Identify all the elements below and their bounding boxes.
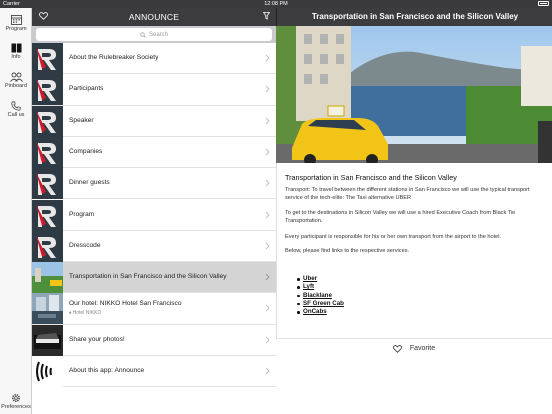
rulebreaker-logo	[32, 136, 63, 168]
tab-pinboard[interactable]: Pinboard	[0, 72, 32, 89]
link-oncabs[interactable]: OnCabs	[297, 308, 344, 316]
tab-preferences[interactable]: Preferences	[0, 393, 32, 410]
detail-paragraph: Below, please find links to the respecti…	[285, 248, 410, 254]
hotel-subtitle-text: Hotel NIKKO	[72, 310, 102, 317]
tab-call-us-label: Call us	[7, 112, 25, 118]
detail-header: Transportation in San Francisco and the …	[276, 8, 552, 26]
list-item-label: Program	[69, 210, 95, 218]
search-bar: Search	[32, 26, 276, 43]
chevron-right-icon	[265, 179, 270, 187]
gear-icon	[11, 393, 21, 403]
list-item-label: About the Rulebreaker Society	[69, 54, 159, 61]
list-item-label: Speaker	[69, 116, 94, 124]
list-item-label: Dinner guests	[69, 179, 110, 187]
sf-thumbnail	[32, 262, 63, 294]
rulebreaker-logo	[32, 43, 63, 74]
battery-icon	[538, 1, 549, 6]
list-item-label: Our hotel: NIKKO Hotel San Francisco	[69, 300, 182, 308]
list-item-label: About this app: Announce	[69, 367, 145, 374]
list-item[interactable]: Companies	[32, 136, 276, 169]
hotel-thumbnail	[32, 293, 63, 325]
list-item-label: Dresscode	[69, 241, 101, 249]
list-item-label: Participants	[69, 85, 104, 93]
battery-indicator	[538, 1, 549, 6]
tab-program-label: Program	[5, 26, 27, 32]
list-item-label: Transportation in San Francisco and the …	[69, 273, 227, 281]
chevron-right-icon	[265, 242, 270, 250]
search-placeholder: Search	[148, 31, 168, 38]
filter-icon[interactable]	[263, 12, 270, 20]
favorite-button[interactable]: Favorite	[276, 338, 552, 358]
list-item[interactable]: Speaker	[32, 105, 276, 137]
list-item[interactable]: Dinner guests	[32, 168, 276, 200]
phone-icon	[11, 101, 21, 111]
rulebreaker-logo	[32, 105, 63, 137]
link-sf-green-cab[interactable]: SF Green Cab	[297, 300, 344, 308]
list-item-subtitle: ⬧ Hotel NIKKO	[69, 310, 102, 317]
tab-call-us[interactable]: Call us	[0, 101, 32, 118]
calendar-icon	[10, 15, 22, 25]
link-lyft[interactable]: Lyft	[297, 283, 344, 291]
list-item[interactable]: Program	[32, 199, 276, 231]
tab-info-label: Info	[11, 54, 21, 60]
search-input[interactable]: Search	[36, 28, 272, 41]
chevron-right-icon	[265, 305, 270, 312]
list-item[interactable]: Participants	[32, 74, 276, 106]
chevron-right-icon	[265, 211, 270, 218]
detail-paragraph: Every participant is responsible for his…	[285, 234, 502, 240]
people-icon	[9, 72, 23, 82]
service-links: Uber Lyft Blacklane SF Green Cab OnCabs	[297, 275, 344, 316]
favorite-label: Favorite	[409, 345, 436, 352]
master-title: ANNOUNCE	[128, 12, 180, 22]
tab-program[interactable]: Program	[0, 14, 32, 32]
announce-logo	[32, 356, 63, 387]
tab-pinboard-label: Pinboard	[4, 83, 28, 89]
list-item-selected[interactable]: Transportation in San Francisco and the …	[32, 262, 276, 294]
tab-info[interactable]: Info	[0, 43, 32, 60]
list-item[interactable]: About this app: Announce	[32, 356, 276, 388]
chevron-right-icon	[265, 367, 270, 375]
rulebreaker-logo	[32, 74, 63, 106]
chevron-right-icon	[265, 336, 270, 344]
list-item[interactable]: Share your photos!	[32, 324, 276, 356]
tab-bar: Program Info Pinboard Call us Preference…	[0, 8, 32, 414]
taxi-hero-image	[276, 26, 552, 163]
link-blacklane[interactable]: Blacklane	[297, 292, 344, 300]
detail-paragraph: Transport: To travel between the differe…	[285, 187, 530, 201]
detail-footer-space	[276, 358, 552, 414]
chevron-right-icon	[265, 54, 270, 62]
rulebreaker-logo	[32, 230, 63, 262]
detail-heading: Transportation in San Francisco and the …	[285, 173, 457, 182]
list-item-label: Share your photos!	[69, 335, 125, 343]
list-item[interactable]: Dresscode	[32, 230, 276, 263]
detail-paragraph: To get to the destinations in Silicon Va…	[285, 210, 516, 224]
link-uber[interactable]: Uber	[297, 275, 344, 283]
rulebreaker-logo	[32, 199, 63, 231]
piano-thumbnail	[32, 324, 63, 356]
detail-title: Transportation in San Francisco and the …	[311, 12, 519, 21]
rulebreaker-logo	[32, 168, 63, 200]
chevron-right-icon	[265, 148, 270, 156]
master-header: ANNOUNCE	[32, 8, 276, 26]
search-icon	[140, 31, 146, 38]
clock: 12:08 PM	[264, 1, 288, 7]
status-bar: Carrier 12:08 PM	[0, 0, 552, 8]
tab-preferences-label: Preferences	[1, 404, 31, 410]
list-item[interactable]: About the Rulebreaker Society	[32, 43, 276, 75]
list-item[interactable]: Our hotel: NIKKO Hotel San Francisco ⬧ H…	[32, 293, 276, 325]
chevron-right-icon	[265, 85, 270, 93]
heart-icon	[392, 344, 402, 353]
book-icon	[11, 43, 21, 53]
list-item-label: Companies	[69, 147, 103, 155]
chevron-right-icon	[265, 117, 270, 124]
chevron-right-icon	[265, 273, 270, 281]
